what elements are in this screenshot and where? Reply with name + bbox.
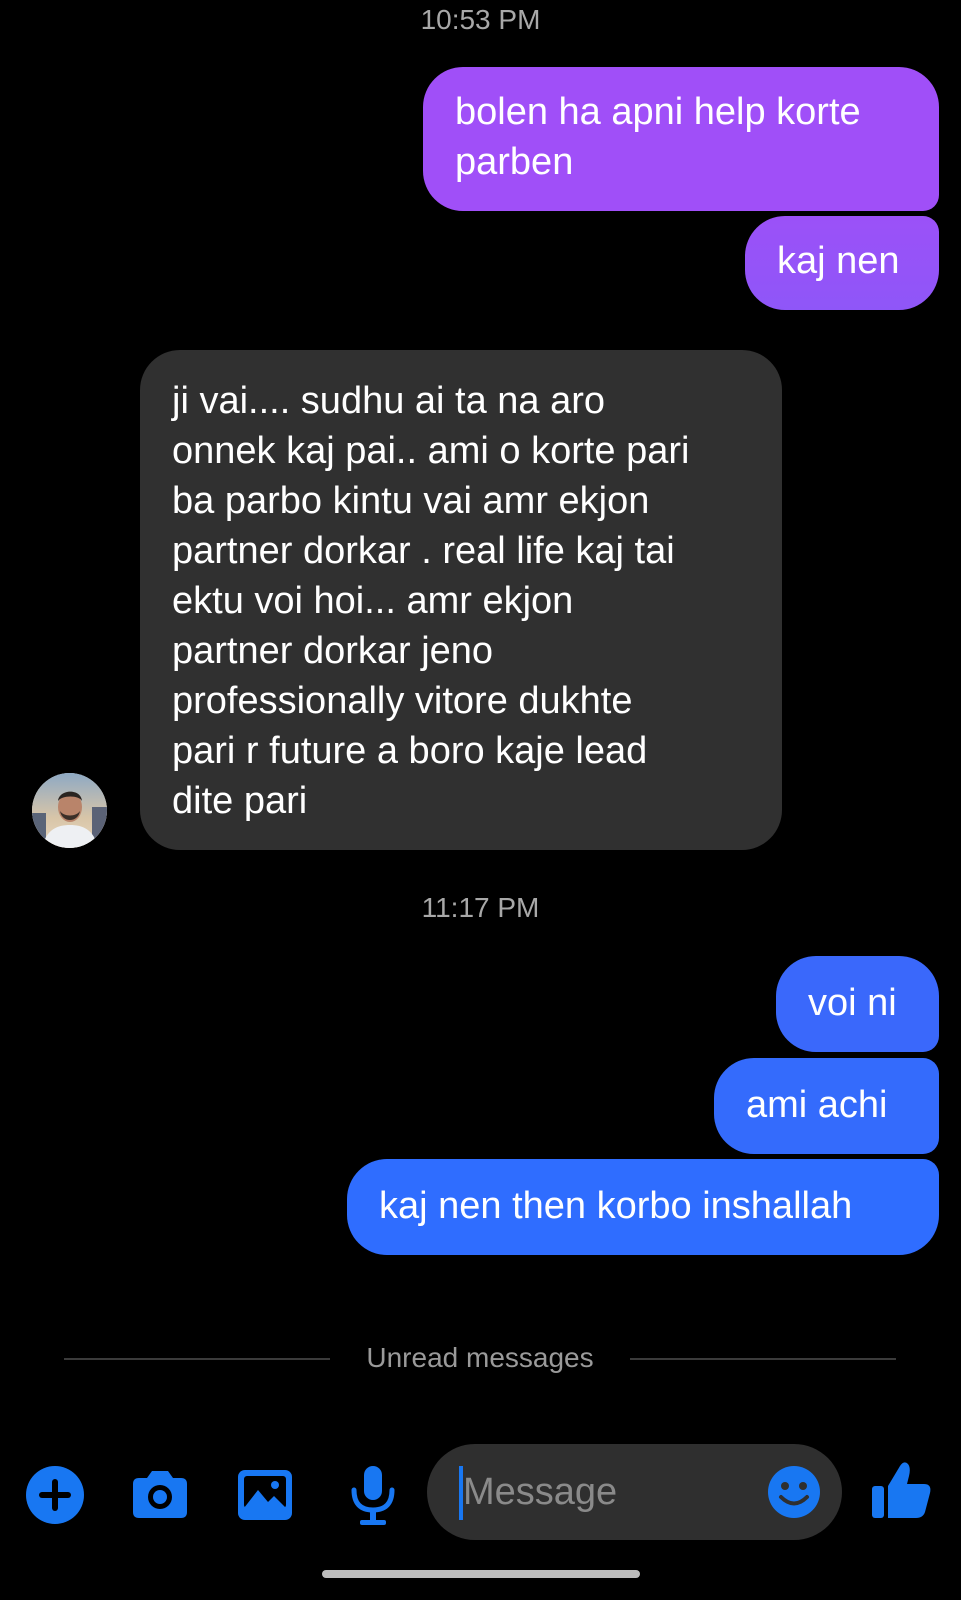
received-message[interactable]: ji vai.... sudhu ai ta na aro onnek kaj … <box>140 350 782 850</box>
timestamp: 11:17 PM <box>421 892 540 923</box>
image-icon[interactable] <box>230 1460 300 1530</box>
add-circle-icon[interactable] <box>20 1460 90 1530</box>
home-indicator[interactable] <box>322 1570 640 1578</box>
message-input[interactable]: Message <box>427 1444 842 1540</box>
camera-icon[interactable] <box>125 1460 195 1530</box>
message-placeholder: Message <box>463 1471 618 1513</box>
microphone-icon[interactable] <box>338 1460 408 1530</box>
avatar[interactable] <box>32 773 107 848</box>
sent-message[interactable]: ami achi <box>714 1058 939 1154</box>
divider-line <box>630 1358 896 1360</box>
thumbs-up-icon[interactable] <box>866 1456 936 1526</box>
timestamp: 10:53 PM <box>420 4 541 35</box>
sent-message[interactable]: kaj nen then korbo inshallah <box>347 1159 939 1255</box>
emoji-icon[interactable] <box>766 1464 822 1520</box>
sent-message[interactable]: voi ni <box>776 956 939 1052</box>
sent-message[interactable]: kaj nen <box>745 216 939 310</box>
sent-message[interactable]: bolen ha apni help korte parben <box>423 67 939 211</box>
unread-divider: Unread messages <box>64 1338 896 1378</box>
